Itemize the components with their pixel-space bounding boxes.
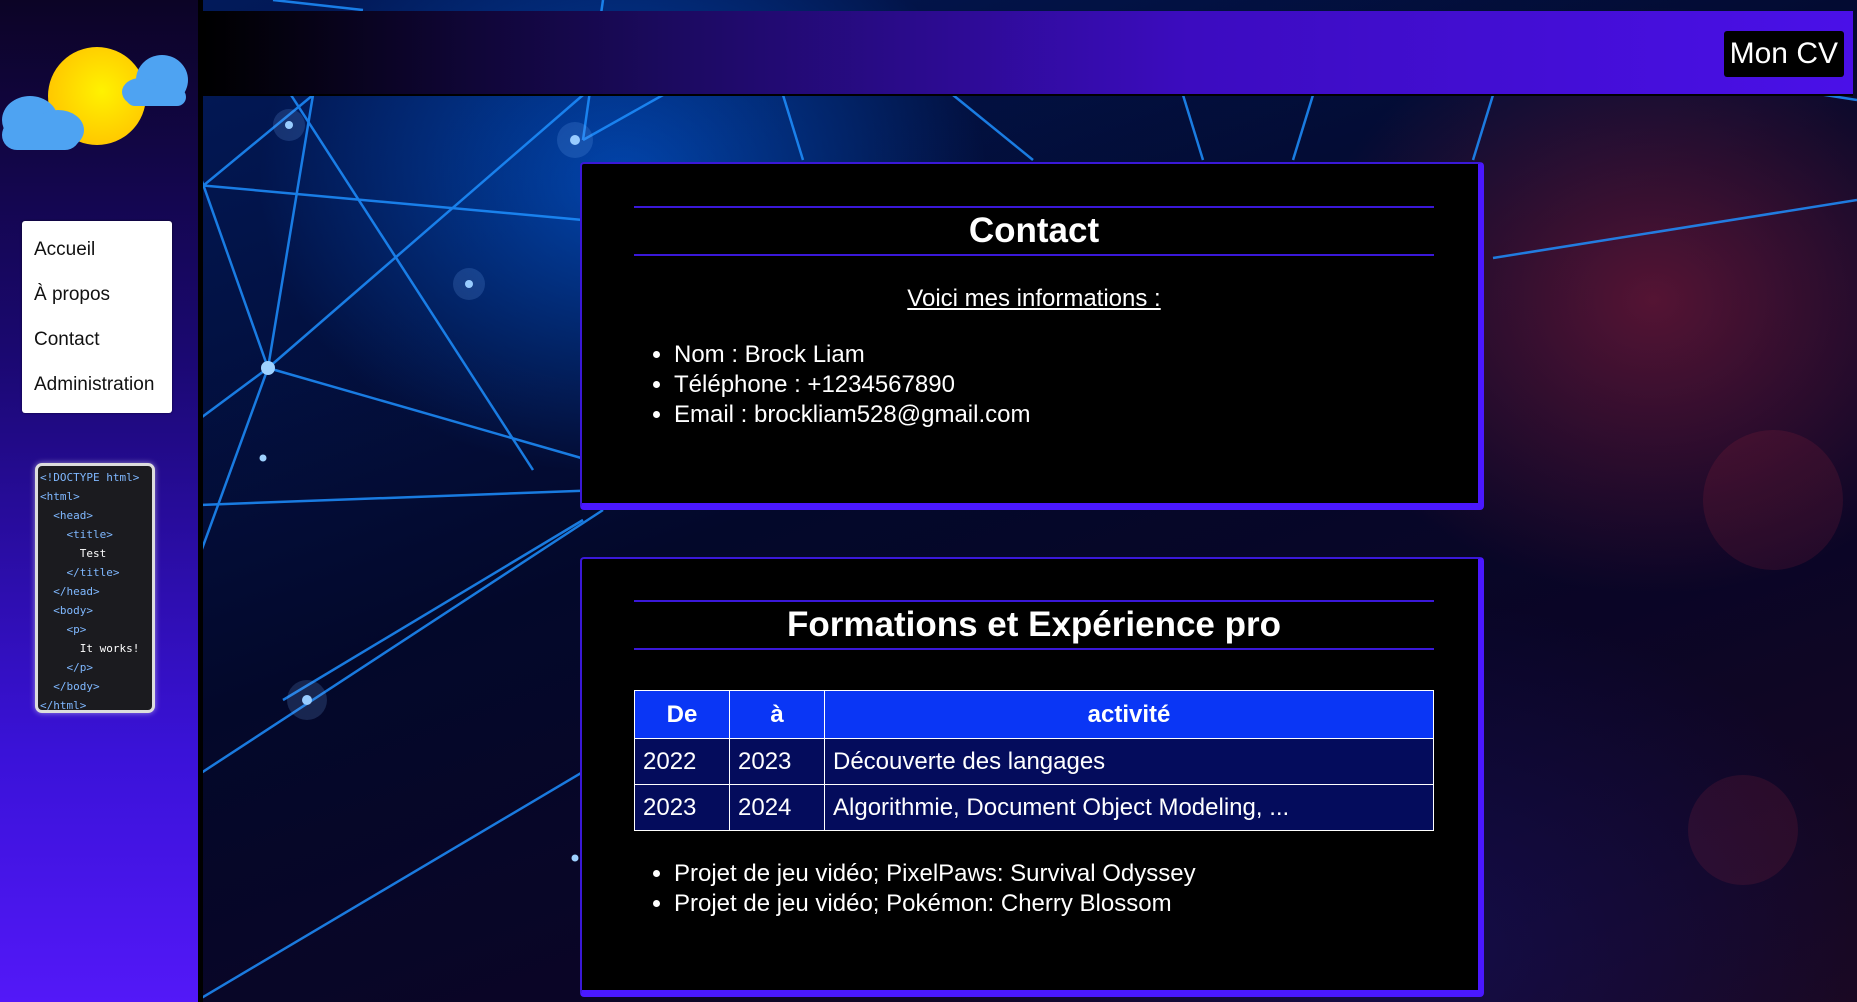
experience-table: De à activité 2022 2023 Découverte des l… xyxy=(634,690,1434,831)
table-cell: 2022 xyxy=(634,738,730,785)
code-line: <p> xyxy=(40,623,87,636)
contact-name: Nom : Brock Liam xyxy=(674,340,1030,370)
code-line: </title> xyxy=(40,566,120,579)
formations-title: Formations et Expérience pro xyxy=(634,600,1434,650)
contact-subtitle: Voici mes informations : xyxy=(907,285,1161,312)
table-cell: 2024 xyxy=(729,784,825,831)
page-header: Mon CV xyxy=(203,11,1853,96)
table-cell: 2023 xyxy=(729,738,825,785)
code-line: </body> xyxy=(40,680,100,693)
list-item: Projet de jeu vidéo; Pokémon: Cherry Blo… xyxy=(674,889,1196,919)
nav-item-accueil[interactable]: Accueil xyxy=(22,227,172,272)
list-item: Projet de jeu vidéo; PixelPaws: Survival… xyxy=(674,859,1196,889)
table-header-row: De à activité xyxy=(634,690,1434,739)
sun-behind-clouds-icon xyxy=(0,40,190,160)
nav-item-contact[interactable]: Contact xyxy=(22,317,172,362)
code-line: </p> xyxy=(40,661,93,674)
table-cell: Découverte des langages xyxy=(824,738,1434,785)
nav-item-a-propos[interactable]: À propos xyxy=(22,272,172,317)
contact-info-list: Nom : Brock Liam Téléphone : +1234567890… xyxy=(634,340,1030,430)
code-line: <html> xyxy=(40,490,80,503)
code-line: <head> xyxy=(40,509,93,522)
code-line: <title> xyxy=(40,528,113,541)
column-header-a: à xyxy=(729,690,825,739)
site-title: Mon CV xyxy=(1723,31,1844,77)
contact-card: Contact Voici mes informations : Nom : B… xyxy=(580,162,1484,510)
page: Accueil À propos Contact Administration … xyxy=(0,0,1857,1002)
table-row: 2023 2024 Algorithmie, Document Object M… xyxy=(634,784,1434,831)
contact-email: Email : brockliam528@gmail.com xyxy=(674,400,1030,430)
table-row: 2022 2023 Découverte des langages xyxy=(634,738,1434,785)
table-cell: 2023 xyxy=(634,784,730,831)
code-line: </html> xyxy=(40,699,87,712)
contact-phone: Téléphone : +1234567890 xyxy=(674,370,1030,400)
code-line: </head> xyxy=(40,585,100,598)
table-cell: Algorithmie, Document Object Modeling, .… xyxy=(824,784,1434,831)
code-line: <body> xyxy=(40,604,93,617)
code-line: Test xyxy=(40,547,107,560)
column-header-de: De xyxy=(634,690,730,739)
formations-card: Formations et Expérience pro De à activi… xyxy=(580,557,1484,997)
contact-title: Contact xyxy=(634,206,1434,256)
html-code-image: <!DOCTYPE html> <html> <head> <title> Te… xyxy=(35,463,155,713)
projects-list: Projet de jeu vidéo; PixelPaws: Survival… xyxy=(634,859,1196,919)
nav-item-administration[interactable]: Administration xyxy=(22,362,172,407)
column-header-activite: activité xyxy=(824,690,1434,739)
code-line: <!DOCTYPE html> xyxy=(40,471,140,484)
sidebar: Accueil À propos Contact Administration … xyxy=(0,0,198,1002)
sidebar-divider xyxy=(198,0,203,1002)
code-line: It works! xyxy=(40,642,140,655)
main-nav: Accueil À propos Contact Administration xyxy=(22,221,172,413)
